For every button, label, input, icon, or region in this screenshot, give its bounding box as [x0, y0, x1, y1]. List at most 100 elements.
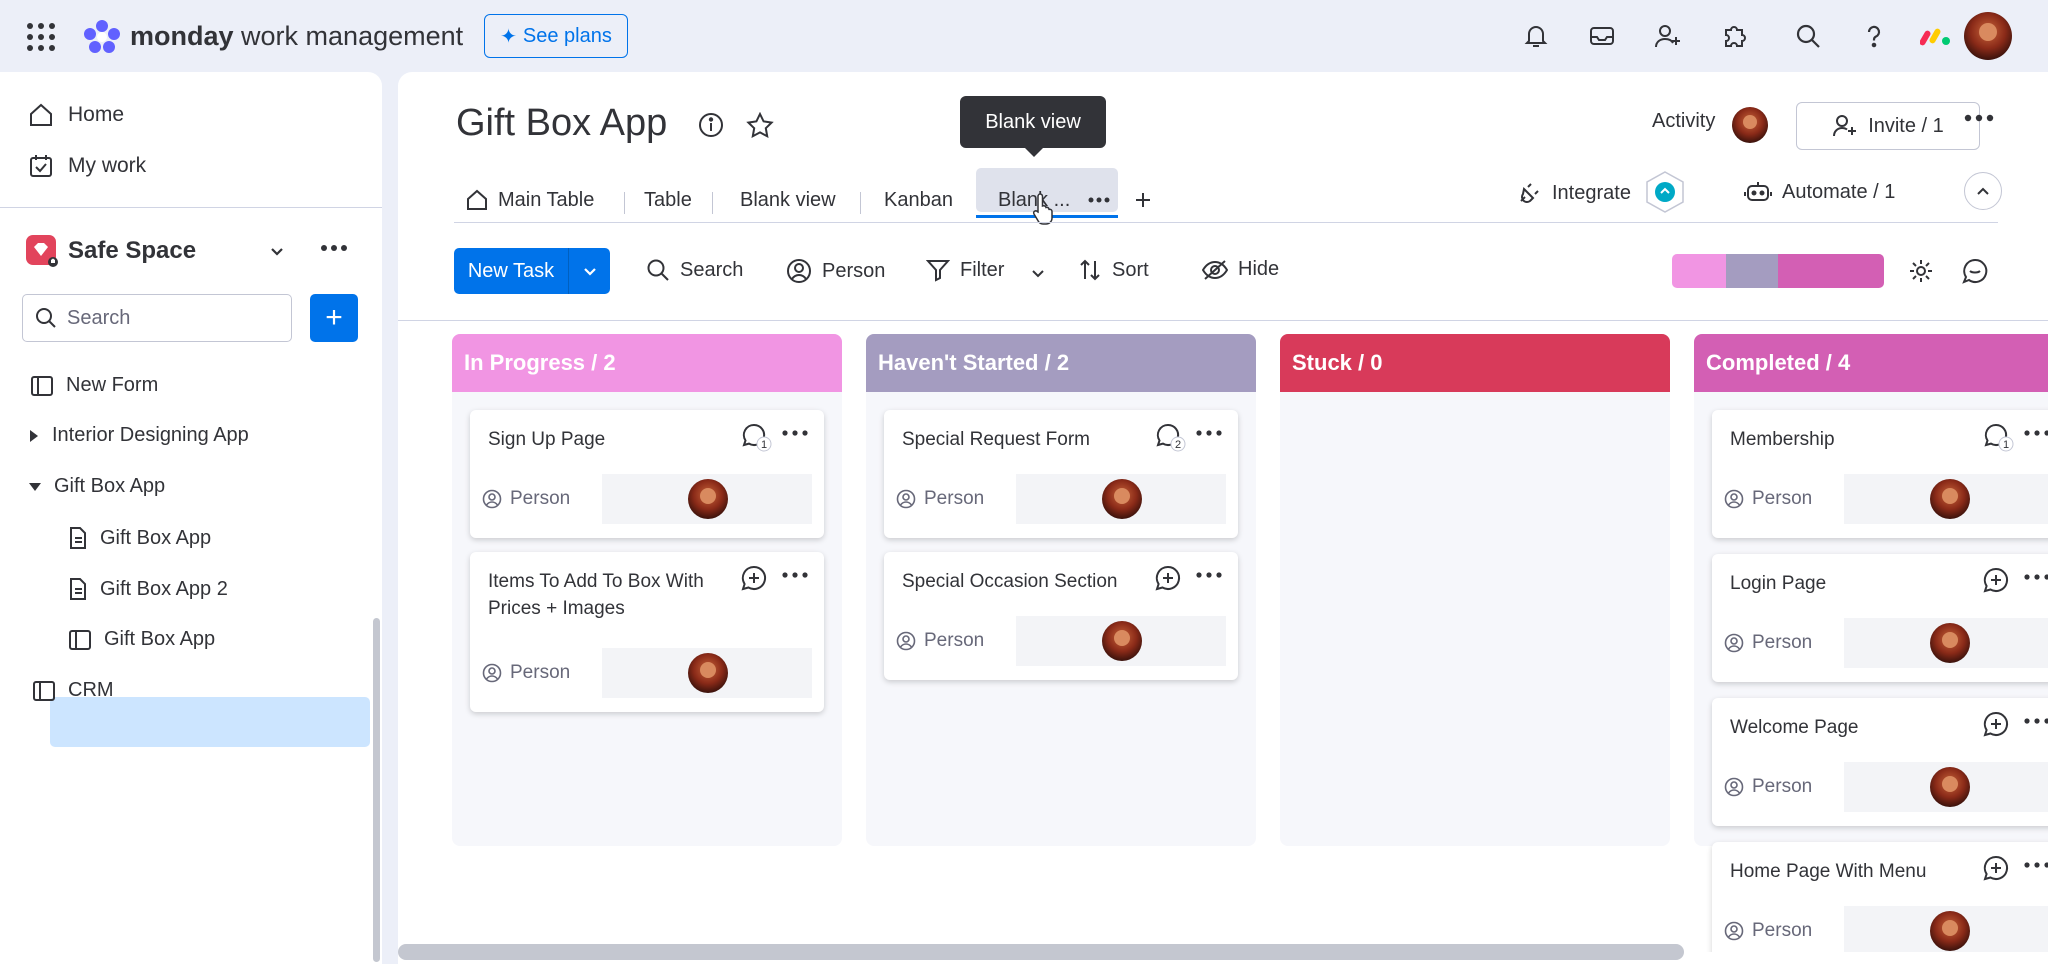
card-person-value[interactable] [602, 648, 812, 698]
kanban-card[interactable]: Login Page Person [1712, 554, 2048, 682]
see-plans-button[interactable]: ✦ See plans [484, 14, 628, 58]
card-updates-icon[interactable]: 1 [1982, 422, 2016, 452]
toolbar-person-filter[interactable]: Person [786, 258, 885, 284]
toolbar-search[interactable]: Search [646, 258, 743, 282]
settings-gear-icon[interactable] [1908, 258, 1934, 284]
card-person-value[interactable] [1844, 762, 2048, 812]
star-icon[interactable] [746, 112, 774, 138]
column-header[interactable]: Stuck / 0 [1280, 334, 1670, 392]
tree-item-gift-box-app-board[interactable]: Gift Box App [68, 628, 215, 651]
tree-folder-gift-box-app[interactable]: Gift Box App [28, 475, 165, 498]
toolbar-hide[interactable]: Hide [1202, 258, 1279, 281]
card-more-icon[interactable] [1196, 572, 1222, 578]
tree-item-gift-box-app-2[interactable]: Gift Box App 2 [68, 577, 228, 601]
automate-button[interactable]: Automate / 1 [1744, 180, 1895, 204]
monday-logo[interactable]: monday work management [82, 18, 463, 54]
tree-item-new-form[interactable]: New Form [30, 374, 158, 397]
apps-puzzle-icon[interactable] [1720, 22, 1748, 50]
kanban-card[interactable]: Items To Add To Box With Prices + Images… [470, 552, 824, 712]
sidebar-scrollbar[interactable] [373, 618, 380, 962]
tab-table[interactable]: Table [644, 180, 692, 220]
card-person-value[interactable] [1844, 474, 2048, 524]
toolbar-filter[interactable]: Filter [926, 258, 1004, 282]
card-more-icon[interactable] [1196, 430, 1222, 436]
new-task-dropdown-icon[interactable] [569, 263, 610, 279]
add-item-button[interactable]: + [310, 294, 358, 342]
kanban-column-not-started[interactable]: Haven't Started / 2 Special Request Form… [866, 334, 1256, 846]
toolbar-sort[interactable]: Sort [1078, 258, 1149, 282]
chat-feedback-icon[interactable] [1962, 258, 1988, 284]
card-add-update-icon[interactable] [1982, 854, 2012, 884]
activity-button[interactable]: Activity [1652, 110, 1715, 133]
tree-item-crm[interactable]: CRM [32, 679, 114, 702]
tree-folder-interior-designing-app[interactable]: Interior Designing App [28, 424, 249, 447]
info-icon[interactable] [698, 112, 724, 138]
card-more-icon[interactable] [2024, 574, 2048, 580]
monday-mark-icon[interactable] [1920, 24, 1952, 48]
card-updates-icon[interactable]: 2 [1154, 422, 1188, 452]
card-more-icon[interactable] [782, 430, 808, 436]
inbox-icon[interactable] [1588, 22, 1616, 50]
kanban-column-in-progress[interactable]: In Progress / 2 Sign Up Page 1 Person It… [452, 334, 842, 846]
filter-chevron-down-icon[interactable] [1030, 266, 1046, 282]
card-more-icon[interactable] [2024, 718, 2048, 724]
integration-hexagon-icon[interactable] [1644, 170, 1686, 214]
user-avatar[interactable] [1964, 12, 2012, 60]
card-updates-icon[interactable]: 1 [740, 422, 774, 452]
card-add-update-icon[interactable] [740, 564, 770, 594]
tree-item-gift-box-app-doc[interactable]: Gift Box App [68, 526, 211, 550]
workspace-selector[interactable]: Safe Space [26, 235, 196, 267]
card-title[interactable]: Login Page [1730, 570, 1970, 597]
tab-kanban[interactable]: Kanban [884, 180, 953, 220]
card-title[interactable]: Sign Up Page [488, 426, 728, 453]
activity-avatar[interactable] [1732, 107, 1768, 143]
card-more-icon[interactable] [782, 572, 808, 578]
search-icon[interactable] [1794, 22, 1822, 50]
card-person-value[interactable] [1016, 616, 1226, 666]
new-task-button[interactable]: New Task [454, 248, 610, 294]
kanban-column-stuck[interactable]: Stuck / 0 [1280, 334, 1670, 846]
status-color-not-started[interactable] [1726, 254, 1778, 288]
kanban-card[interactable]: Membership 1 Person [1712, 410, 2048, 538]
workspace-more-icon[interactable] [320, 244, 348, 252]
card-title[interactable]: Items To Add To Box With Prices + Images [488, 568, 728, 622]
invite-members-icon[interactable] [1654, 22, 1682, 50]
card-person-value[interactable] [1016, 474, 1226, 524]
card-add-update-icon[interactable] [1154, 564, 1184, 594]
workspace-chevron-down-icon[interactable] [268, 242, 286, 260]
sidebar-my-work[interactable]: My work [28, 153, 146, 179]
board-title[interactable]: Gift Box App [456, 102, 667, 145]
collapse-header-button[interactable] [1964, 172, 2002, 210]
card-add-update-icon[interactable] [1982, 710, 2012, 740]
column-header[interactable]: Completed / 4 [1694, 334, 2048, 392]
card-add-update-icon[interactable] [1982, 566, 2012, 596]
invite-button[interactable]: Invite / 1 [1796, 102, 1980, 150]
kanban-card[interactable]: Special Occasion Section Person [884, 552, 1238, 680]
card-title[interactable]: Special Request Form [902, 426, 1142, 453]
integrate-button[interactable]: Integrate [1516, 180, 1631, 206]
bell-icon[interactable] [1522, 22, 1550, 50]
card-person-value[interactable] [1844, 618, 2048, 668]
tab-main-table[interactable]: Main Table [466, 180, 594, 220]
kanban-card[interactable]: Sign Up Page 1 Person [470, 410, 824, 538]
tab-blank-view[interactable]: Blank view [740, 180, 836, 220]
card-person-value[interactable] [602, 474, 812, 524]
card-person-value[interactable] [1844, 906, 2048, 952]
apps-grid-icon[interactable] [26, 22, 56, 52]
help-icon[interactable] [1860, 22, 1888, 50]
column-header[interactable]: Haven't Started / 2 [866, 334, 1256, 392]
card-more-icon[interactable] [2024, 430, 2048, 436]
add-view-button[interactable] [1134, 180, 1152, 220]
status-color-in-progress[interactable] [1672, 254, 1726, 288]
card-more-icon[interactable] [2024, 862, 2048, 868]
sidebar-search-input[interactable]: Search [22, 294, 292, 342]
status-color-completed[interactable] [1778, 254, 1884, 288]
sidebar-home[interactable]: Home [28, 102, 124, 128]
kanban-card[interactable]: Home Page With Menu Person [1712, 842, 2048, 952]
kanban-card[interactable]: Welcome Page Person [1712, 698, 2048, 826]
card-title[interactable]: Welcome Page [1730, 714, 1970, 741]
tab-more-icon[interactable] [1088, 197, 1110, 203]
board-more-icon[interactable] [1964, 114, 1994, 122]
card-title[interactable]: Special Occasion Section [902, 568, 1142, 595]
card-title[interactable]: Membership [1730, 426, 1970, 453]
